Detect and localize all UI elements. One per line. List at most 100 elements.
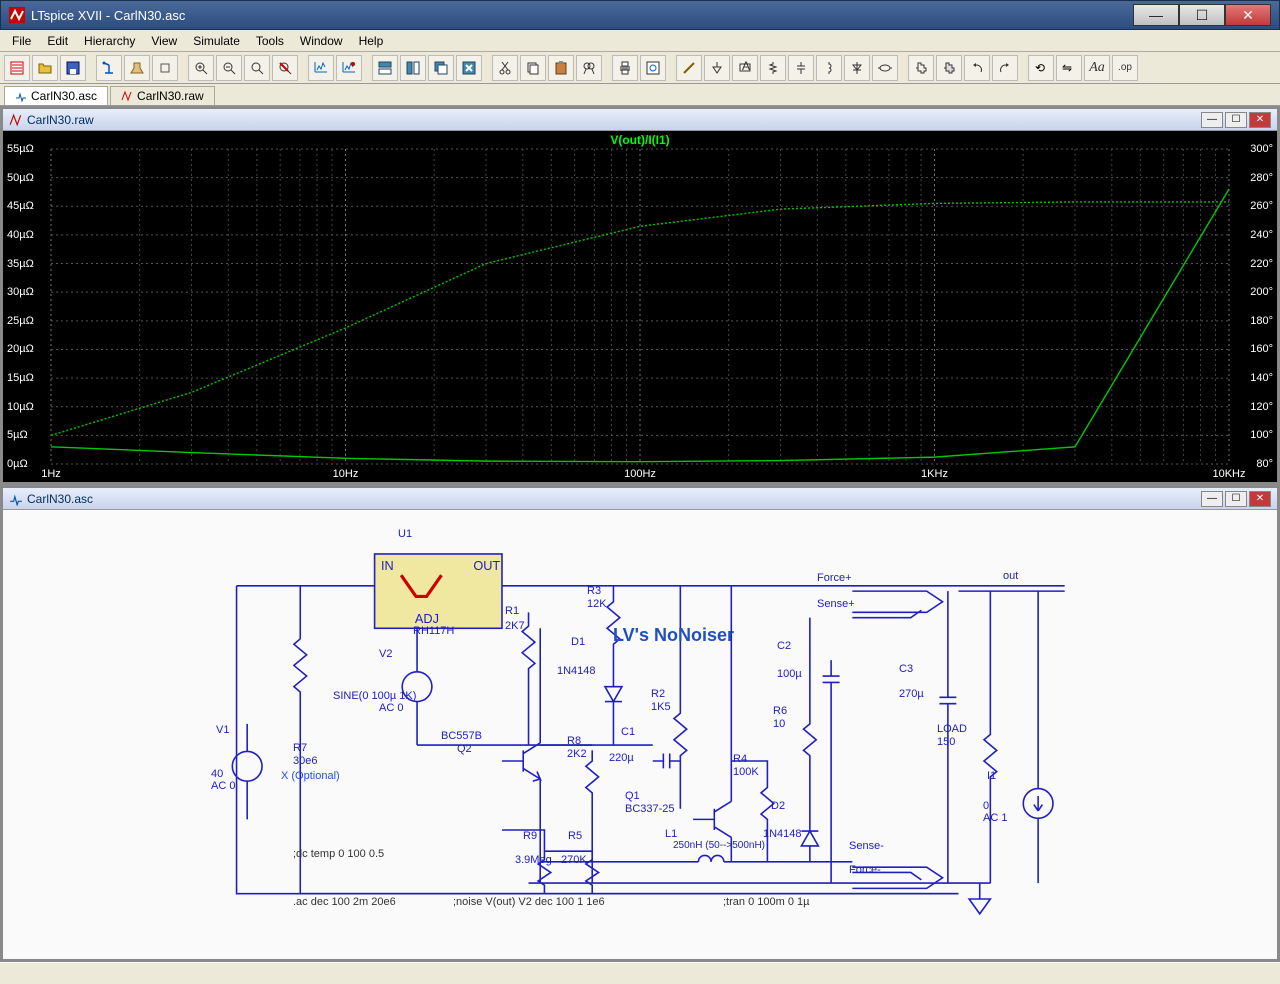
mdi-close-button[interactable]: ✕: [1249, 491, 1271, 507]
label-net-icon[interactable]: A: [732, 55, 758, 81]
copy-icon[interactable]: [520, 55, 546, 81]
part-ref[interactable]: R7: [293, 742, 307, 754]
part-ref[interactable]: D2: [771, 800, 785, 812]
part-value[interactable]: 2K2: [567, 748, 587, 760]
part-ref[interactable]: D1: [571, 636, 585, 648]
part-ref[interactable]: V1: [216, 724, 229, 736]
part-value[interactable]: 3.9Meg: [515, 854, 552, 866]
autorange-icon[interactable]: [308, 55, 334, 81]
menu-edit[interactable]: Edit: [39, 32, 76, 50]
plot-window-titlebar[interactable]: CarlN30.raw — ☐ ✕: [3, 109, 1277, 131]
tab-waveform[interactable]: CarlN30.raw: [110, 86, 215, 105]
part-value[interactable]: BC557B: [441, 730, 482, 742]
menu-view[interactable]: View: [143, 32, 185, 50]
part-value[interactable]: 40: [211, 768, 223, 780]
diode-icon[interactable]: [844, 55, 870, 81]
part-value[interactable]: 100µ: [777, 668, 802, 680]
part-ref[interactable]: R4: [733, 753, 747, 765]
new-schematic-icon[interactable]: [4, 55, 30, 81]
part-ref[interactable]: R2: [651, 688, 665, 700]
minimize-button[interactable]: —: [1133, 4, 1179, 26]
part-ref[interactable]: R5: [568, 830, 582, 842]
cut-icon[interactable]: [492, 55, 518, 81]
part-value[interactable]: 100K: [733, 766, 759, 778]
net-label[interactable]: Sense-: [849, 840, 884, 852]
part-value[interactable]: AC 0: [211, 780, 235, 792]
zoom-back-icon[interactable]: [272, 55, 298, 81]
net-label[interactable]: out: [1003, 570, 1018, 582]
waveform-plot[interactable]: V(out)/I(I1) 0µΩ5µΩ10µΩ15µΩ20µΩ25µΩ30µΩ3…: [3, 131, 1277, 482]
net-label[interactable]: Force-: [849, 864, 881, 876]
menu-hierarchy[interactable]: Hierarchy: [76, 32, 143, 50]
spice-directive[interactable]: ;tran 0 100m 0 1µ: [723, 896, 809, 908]
undo-icon[interactable]: [964, 55, 990, 81]
net-label[interactable]: Force+: [817, 572, 852, 584]
close-win-icon[interactable]: [456, 55, 482, 81]
part-value[interactable]: 1N4148: [557, 665, 596, 677]
close-button[interactable]: ✕: [1225, 4, 1271, 26]
zoom-in-icon[interactable]: [188, 55, 214, 81]
mirror-icon[interactable]: ⇋: [1056, 55, 1082, 81]
part-value[interactable]: 2K7: [505, 620, 525, 632]
move-icon[interactable]: [908, 55, 934, 81]
part-ref[interactable]: Q2: [457, 743, 472, 755]
part-ref[interactable]: R3: [587, 585, 601, 597]
part-value[interactable]: 250nH (50-->500nH): [673, 840, 765, 851]
part-ref[interactable]: L1: [665, 828, 677, 840]
spice-directive[interactable]: ;noise V(out) V2 dec 100 1 1e6: [453, 896, 605, 908]
tile-h-icon[interactable]: [372, 55, 398, 81]
part-ref[interactable]: V2: [379, 648, 392, 660]
part-ref[interactable]: C3: [899, 663, 913, 675]
part-value[interactable]: SINE(0 100µ 1K): [333, 690, 416, 702]
part-value[interactable]: 10: [773, 718, 785, 730]
halt-icon[interactable]: [124, 55, 150, 81]
menu-simulate[interactable]: Simulate: [185, 32, 248, 50]
spice-directive[interactable]: ;dc temp 0 100 0.5: [293, 848, 384, 860]
save-icon[interactable]: [60, 55, 86, 81]
part-ref[interactable]: R8: [567, 735, 581, 747]
ground-icon[interactable]: [704, 55, 730, 81]
part-value[interactable]: 270µ: [899, 688, 924, 700]
part-value[interactable]: 0: [983, 800, 989, 812]
spice-directive[interactable]: .ac dec 100 2m 20e6: [293, 896, 396, 908]
tile-v-icon[interactable]: [400, 55, 426, 81]
menu-help[interactable]: Help: [351, 32, 392, 50]
text-icon[interactable]: Aa: [1084, 55, 1110, 81]
schematic-canvas[interactable]: IN OUT ADJ LV's NoNoiser U1 RH117H V2 SI…: [3, 510, 1277, 959]
open-icon[interactable]: [32, 55, 58, 81]
pick-trace-icon[interactable]: [336, 55, 362, 81]
zoom-out-icon[interactable]: [216, 55, 242, 81]
component-icon[interactable]: [872, 55, 898, 81]
paste-icon[interactable]: [548, 55, 574, 81]
tab-schematic[interactable]: CarlN30.asc: [4, 86, 108, 105]
part-ref[interactable]: I1: [987, 770, 996, 782]
mdi-minimize-button[interactable]: —: [1201, 491, 1223, 507]
part-value[interactable]: 12K: [587, 598, 607, 610]
run-icon[interactable]: [96, 55, 122, 81]
part-ref[interactable]: R6: [773, 705, 787, 717]
part-value[interactable]: 270K: [561, 854, 587, 866]
part-ref[interactable]: R1: [505, 605, 519, 617]
menu-file[interactable]: File: [4, 32, 39, 50]
print-icon[interactable]: [612, 55, 638, 81]
capacitor-icon[interactable]: [788, 55, 814, 81]
spice-directive-icon[interactable]: .op: [1112, 55, 1138, 81]
part-ref[interactable]: C2: [777, 640, 791, 652]
menu-tools[interactable]: Tools: [248, 32, 292, 50]
net-label[interactable]: Sense+: [817, 598, 855, 610]
part-ref[interactable]: U1: [398, 528, 412, 540]
setup-icon[interactable]: [640, 55, 666, 81]
part-ref[interactable]: Q1: [625, 790, 640, 802]
mdi-minimize-button[interactable]: —: [1201, 112, 1223, 128]
inductor-icon[interactable]: [816, 55, 842, 81]
redo-icon[interactable]: [992, 55, 1018, 81]
resistor-icon[interactable]: [760, 55, 786, 81]
part-value[interactable]: 30e6: [293, 755, 317, 767]
part-value[interactable]: AC 1: [983, 812, 1007, 824]
part-value[interactable]: 150: [937, 736, 955, 748]
cascade-icon[interactable]: [428, 55, 454, 81]
zoom-fit-icon[interactable]: [244, 55, 270, 81]
mdi-close-button[interactable]: ✕: [1249, 112, 1271, 128]
part-ref[interactable]: C1: [621, 726, 635, 738]
menu-window[interactable]: Window: [292, 32, 351, 50]
